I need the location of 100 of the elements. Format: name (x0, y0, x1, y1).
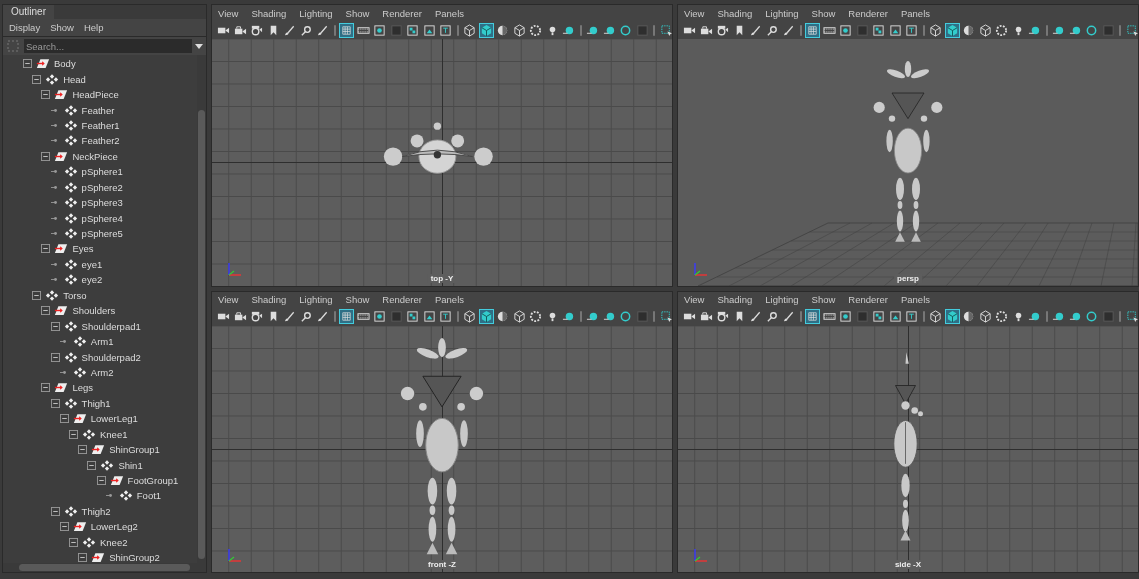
outliner-item[interactable]: Eyes (72, 243, 94, 255)
horizontal-scrollbar[interactable] (3, 563, 206, 572)
outliner-item[interactable]: Head (63, 73, 86, 85)
outliner-item[interactable]: Thigh2 (81, 505, 111, 517)
wire-cube-icon[interactable] (977, 309, 993, 324)
collapse-toggle-icon[interactable] (41, 244, 51, 254)
outliner-item[interactable]: LowerLeg1 (90, 413, 138, 425)
text-icon[interactable] (904, 309, 919, 324)
viewport-canvas[interactable]: front -Z (212, 325, 672, 572)
checker-ball-icon[interactable] (994, 309, 1009, 324)
menu-item[interactable]: Renderer (848, 294, 888, 305)
menu-item[interactable]: Shading (717, 7, 753, 19)
menu-item[interactable]: Renderer (382, 294, 422, 305)
outliner-item[interactable]: pSphere3 (81, 197, 123, 209)
collapse-toggle-icon[interactable] (50, 352, 60, 362)
tiles-icon[interactable] (871, 22, 886, 38)
camera-swap-icon[interactable] (249, 309, 264, 324)
checker-ball-icon[interactable] (994, 22, 1009, 38)
grid-icon[interactable] (805, 309, 820, 324)
outliner-item[interactable]: eye1 (81, 258, 103, 270)
wire-cube-icon[interactable] (511, 22, 527, 38)
half-ball-icon[interactable] (961, 309, 976, 324)
menu-item[interactable]: View (218, 7, 239, 19)
menu-item[interactable]: Show (345, 294, 370, 305)
grid-icon[interactable] (339, 309, 354, 324)
tiles-icon[interactable] (405, 22, 420, 38)
wire-cube-icon[interactable] (928, 309, 943, 324)
menu-item[interactable]: Show (811, 7, 836, 19)
collapse-toggle-icon[interactable] (32, 290, 42, 300)
menu-item[interactable]: Panels (900, 7, 930, 19)
tiles-icon[interactable] (405, 309, 420, 324)
collapse-toggle-icon[interactable] (96, 476, 106, 486)
outliner-item[interactable]: Arm1 (90, 336, 114, 348)
wire-cube-icon[interactable] (928, 22, 943, 38)
outliner-tab[interactable]: Outliner (3, 5, 54, 19)
select-icon[interactable] (1124, 309, 1138, 324)
select-icon[interactable] (658, 22, 672, 38)
outliner-item[interactable]: Legs (72, 382, 93, 394)
collapse-toggle-icon[interactable] (41, 306, 51, 316)
outliner-item[interactable]: pSphere4 (81, 212, 123, 224)
menu-item[interactable]: Renderer (848, 7, 888, 19)
outliner-item[interactable]: eye2 (81, 274, 103, 286)
outliner-item[interactable]: ShinGroup1 (109, 444, 160, 456)
select-icon[interactable] (1124, 22, 1138, 38)
menu-item[interactable]: Panels (434, 294, 464, 305)
outliner-item[interactable]: Torso (63, 289, 87, 301)
text-icon[interactable] (438, 309, 453, 324)
viewport-canvas[interactable]: persp (678, 39, 1138, 286)
viewport-canvas[interactable]: side -X (678, 325, 1138, 572)
brush-icon[interactable] (781, 309, 796, 324)
outliner-item[interactable]: Feather (81, 104, 115, 116)
collapse-toggle-icon[interactable] (69, 429, 78, 439)
menu-item[interactable]: Show (811, 294, 836, 305)
ring-icon[interactable] (1084, 309, 1099, 324)
menu-item[interactable]: Show (345, 7, 370, 19)
collapse-toggle-icon[interactable] (50, 321, 60, 331)
text-icon[interactable] (438, 22, 453, 38)
grid-icon[interactable] (339, 22, 354, 38)
outliner-item[interactable]: Foot1 (136, 490, 162, 502)
outliner-item[interactable]: ShinGroup2 (109, 552, 160, 563)
image-icon[interactable] (887, 309, 903, 324)
outliner-item[interactable]: Body (54, 58, 76, 70)
collapse-toggle-icon[interactable] (59, 522, 69, 532)
shaded-cube-icon[interactable] (478, 22, 494, 38)
dot-square-icon[interactable] (372, 22, 387, 38)
image-icon[interactable] (421, 22, 437, 38)
outliner-item[interactable]: Shin1 (118, 459, 143, 471)
collapse-toggle-icon[interactable] (32, 74, 42, 84)
select-icon[interactable] (658, 309, 672, 324)
outliner-item[interactable]: Feather1 (81, 119, 120, 131)
menu-item[interactable]: Shading (251, 7, 287, 19)
brush-icon[interactable] (315, 309, 330, 324)
collapse-toggle-icon[interactable] (69, 537, 78, 547)
menu-item[interactable]: Display (9, 22, 41, 33)
outliner-item[interactable]: Arm2 (90, 366, 114, 378)
grid-icon[interactable] (805, 22, 820, 38)
checker-ball-icon[interactable] (528, 22, 543, 38)
collapse-toggle-icon[interactable] (41, 383, 51, 393)
menu-item[interactable]: View (684, 7, 705, 19)
collapse-toggle-icon[interactable] (41, 90, 51, 100)
collapse-toggle-icon[interactable] (41, 151, 51, 161)
checker-ball-icon[interactable] (528, 309, 543, 324)
menu-item[interactable]: Shading (251, 294, 287, 305)
outliner-item[interactable]: Thigh1 (81, 397, 111, 409)
menu-item[interactable]: Help (83, 22, 104, 33)
shaded-cube-icon[interactable] (944, 309, 960, 324)
outliner-item[interactable]: Shoulders (72, 305, 116, 317)
shaded-cube-icon[interactable] (478, 309, 494, 324)
menu-item[interactable]: Panels (900, 294, 930, 305)
collapse-toggle-icon[interactable] (59, 414, 69, 424)
wire-cube-icon[interactable] (462, 309, 477, 324)
wire-cube-icon[interactable] (462, 22, 477, 38)
search-field[interactable]: Search... (24, 39, 192, 53)
collapse-toggle-icon[interactable] (50, 506, 60, 516)
brush-icon[interactable] (282, 309, 297, 324)
dot-square-icon[interactable] (838, 309, 853, 324)
menu-item[interactable]: Lighting (299, 7, 333, 19)
dot-square-icon[interactable] (838, 22, 853, 38)
collapse-toggle-icon[interactable] (78, 445, 88, 455)
tiles-icon[interactable] (871, 309, 886, 324)
